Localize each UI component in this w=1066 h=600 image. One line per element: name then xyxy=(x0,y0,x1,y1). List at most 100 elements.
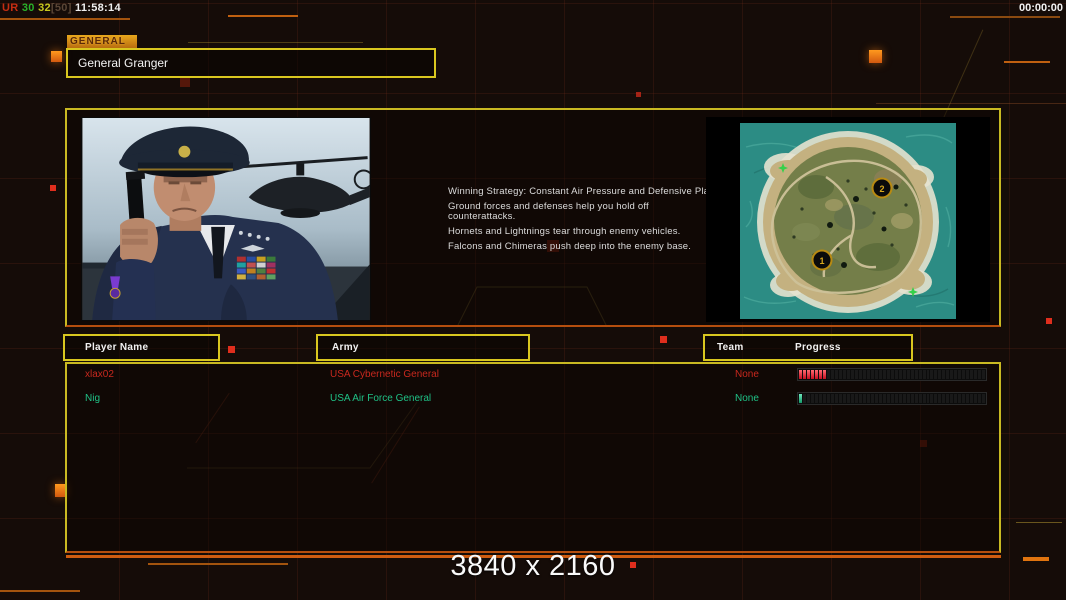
progress-segment xyxy=(927,370,930,379)
match-timer: 00:00:00 xyxy=(1019,2,1063,14)
progress-segment xyxy=(962,370,965,379)
progress-segment xyxy=(863,370,866,379)
progress-segment xyxy=(903,394,906,403)
progress-segment xyxy=(970,370,973,379)
fps-value2: 32 xyxy=(38,2,51,14)
deco-square xyxy=(180,77,190,87)
debug-overlay: UR 30 32[50] 11:58:14 xyxy=(2,2,121,14)
progress-segment xyxy=(835,370,838,379)
fps-value: 30 xyxy=(22,2,35,14)
progress-segment xyxy=(839,370,842,379)
progress-segment xyxy=(915,394,918,403)
progress-segment xyxy=(915,370,918,379)
deco-line xyxy=(950,16,1060,18)
progress-segment xyxy=(950,370,953,379)
progress-segment xyxy=(946,370,949,379)
progress-segment xyxy=(907,370,910,379)
player-name: Nig xyxy=(85,388,100,410)
progress-segment xyxy=(827,370,830,379)
progress-segment xyxy=(895,370,898,379)
progress-segment xyxy=(942,394,945,403)
header-player-name-label: Player Name xyxy=(85,342,148,353)
progress-segment xyxy=(954,370,957,379)
progress-segment xyxy=(982,370,985,379)
progress-segment xyxy=(811,370,814,379)
progress-segment xyxy=(879,394,882,403)
progress-segment xyxy=(815,394,818,403)
deco-line xyxy=(0,590,80,592)
resolution-watermark: 3840 x 2160 xyxy=(0,550,1066,583)
progress-segment xyxy=(827,394,830,403)
progress-segment xyxy=(855,370,858,379)
progress-segment xyxy=(831,370,834,379)
progress-segment xyxy=(966,394,969,403)
deco-line xyxy=(188,42,363,43)
player-name: xlax02 xyxy=(85,364,114,386)
progress-segment xyxy=(807,370,810,379)
progress-segment xyxy=(962,394,965,403)
deco-line xyxy=(1004,61,1050,63)
fps-bracket: [50] xyxy=(51,2,72,14)
progress-segment xyxy=(807,394,810,403)
progress-segment xyxy=(907,394,910,403)
progress-segment xyxy=(930,370,933,379)
deco-square xyxy=(228,346,235,353)
start-marker-2: 2 xyxy=(873,179,892,198)
progress-segment xyxy=(919,394,922,403)
progress-segment xyxy=(871,394,874,403)
deco-line xyxy=(228,15,298,17)
header-team-progress: Team Progress xyxy=(703,334,913,361)
deco-square xyxy=(869,50,882,63)
progress-segment xyxy=(839,394,842,403)
progress-segment xyxy=(899,370,902,379)
progress-segment xyxy=(974,370,977,379)
progress-segment xyxy=(799,370,802,379)
progress-segment xyxy=(819,394,822,403)
marker-1-label: 1 xyxy=(819,256,824,266)
progress-segment xyxy=(855,394,858,403)
progress-segment xyxy=(938,370,941,379)
progress-segment xyxy=(903,370,906,379)
progress-segment xyxy=(823,370,826,379)
start-marker-1: 1 xyxy=(813,251,832,270)
deco-square xyxy=(50,185,56,191)
progress-segment xyxy=(891,394,894,403)
progress-segment xyxy=(934,394,937,403)
briefing-line: Falcons and Chimeras push deep into the … xyxy=(448,242,716,252)
deco-line xyxy=(876,103,1066,104)
progress-segment xyxy=(950,394,953,403)
progress-segment xyxy=(919,370,922,379)
deco-square xyxy=(1046,318,1052,324)
progress-segment xyxy=(883,394,886,403)
progress-segment xyxy=(859,370,862,379)
header-progress-label: Progress xyxy=(795,336,841,359)
progress-segment xyxy=(863,394,866,403)
map-preview: 2 1 xyxy=(706,117,990,322)
briefing-line: Winning Strategy: Constant Air Pressure … xyxy=(448,187,716,197)
progress-segment xyxy=(934,370,937,379)
progress-segment xyxy=(843,394,846,403)
progress-segment xyxy=(867,394,870,403)
progress-segment xyxy=(851,394,854,403)
progress-segment xyxy=(966,370,969,379)
progress-segment xyxy=(847,370,850,379)
deco-square xyxy=(55,484,65,497)
progress-segment xyxy=(982,394,985,403)
briefing-text: Winning Strategy: Constant Air Pressure … xyxy=(448,187,716,257)
player-row: NigUSA Air Force GeneralNone xyxy=(67,388,999,412)
deco-square xyxy=(660,336,667,343)
progress-segment xyxy=(879,370,882,379)
progress-segment xyxy=(930,394,933,403)
progress-segment xyxy=(803,370,806,379)
progress-segment xyxy=(823,394,826,403)
progress-segment xyxy=(895,394,898,403)
player-rows: xlax02USA Cybernetic GeneralNoneNigUSA A… xyxy=(67,364,999,412)
progress-segment xyxy=(927,394,930,403)
progress-segment xyxy=(803,394,806,403)
progress-segment xyxy=(923,370,926,379)
load-progress-bar xyxy=(797,392,987,405)
player-team: None xyxy=(735,364,759,386)
progress-segment xyxy=(883,370,886,379)
progress-segment xyxy=(974,394,977,403)
player-team: None xyxy=(735,388,759,410)
